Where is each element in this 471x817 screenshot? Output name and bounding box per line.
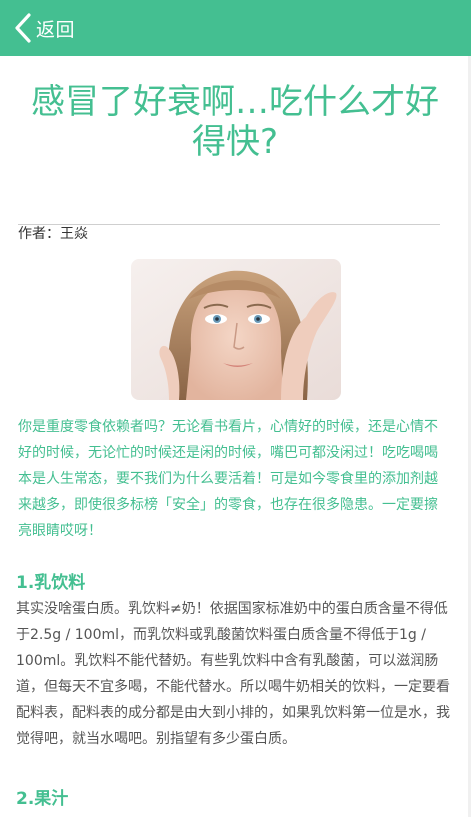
section-body-1: 其实没啥蛋白质。乳饮料≠奶！依据国家标准奶中的蛋白质含量不得低于2.5g / 1… [16, 601, 450, 747]
back-button[interactable]: 返回 [0, 0, 75, 56]
woman-face-illustration [131, 259, 341, 400]
article-title: 感冒了好衰啊…吃什么才好得快? [31, 82, 439, 162]
top-nav-bar: 返回 [0, 0, 471, 56]
back-label: 返回 [36, 18, 76, 41]
section-heading-2: 2.果汁 [16, 789, 69, 809]
author-line: 作者：王焱 [18, 226, 88, 242]
chevron-left-icon [14, 13, 32, 43]
article-image [131, 259, 341, 400]
section-heading-1: 1.乳饮料 [16, 573, 86, 593]
intro-paragraph: 你是重度零食依赖者吗？无论看书看片，心情好的时候，还是心情不好的时候，无论忙的时… [18, 419, 438, 539]
